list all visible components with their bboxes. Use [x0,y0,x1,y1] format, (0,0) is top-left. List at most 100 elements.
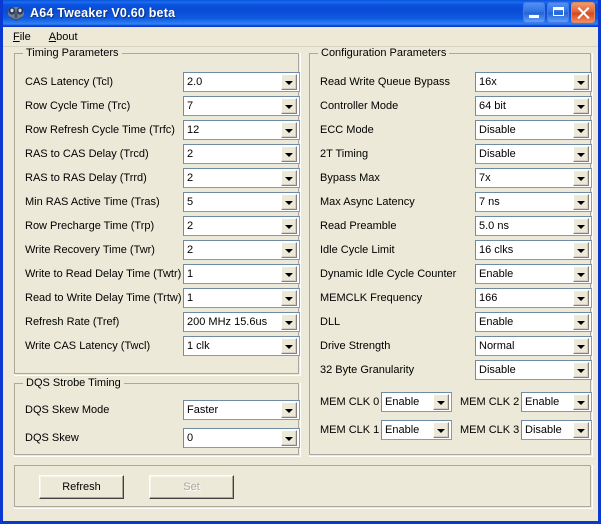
chevron-down-icon[interactable] [573,74,589,90]
label-read-write-queue-bypass-text: Read Write Queue Bypass [320,76,450,89]
label-read-to-write-delay-time-trtw: Read to Write Delay Time (Trtw) [25,288,181,308]
combo-write-to-read-delay-time-twtr[interactable]: 1 [183,264,300,284]
label-write-cas-latency-twcl: Write CAS Latency (Twcl) [25,336,150,356]
label-dqs-skew-text: DQS Skew [25,432,79,445]
label-read-preamble: Read Preamble [320,216,396,236]
label-ras-to-cas-delay-trcd-text: RAS to CAS Delay (Trcd) [25,148,149,161]
menu-item-about[interactable]: About [45,30,86,44]
close-icon[interactable] [571,2,595,23]
combo-cas-latency-tcl[interactable]: 2.0 [183,72,300,92]
combo-mem-clk-0[interactable]: Enable [381,392,452,412]
combo-max-async-latency[interactable]: 7 ns [475,192,592,212]
label-dqs-skew-mode-text: DQS Skew Mode [25,404,109,417]
chevron-down-icon[interactable] [281,314,297,330]
chevron-down-icon[interactable] [281,98,297,114]
combo-mem-clk-1[interactable]: Enable [381,420,452,440]
combo-32-byte-granularity[interactable]: Disable [475,360,592,380]
chevron-down-icon[interactable] [433,422,449,438]
chevron-down-icon[interactable] [573,122,589,138]
combo-ecc-mode[interactable]: Disable [475,120,592,140]
chevron-down-icon[interactable] [573,146,589,162]
combo-mem-clk-3[interactable]: Disable [521,420,592,440]
combo-controller-mode[interactable]: 64 bit [475,96,592,116]
combo-idle-cycle-limit[interactable]: 16 clks [475,240,592,260]
chevron-down-icon[interactable] [573,394,589,410]
label-write-to-read-delay-time-twtr: Write to Read Delay Time (Twtr) [25,264,181,284]
combo-memclk-frequency[interactable]: 166 [475,288,592,308]
combo-mem-clk-1-value: Enable [382,423,433,437]
combo-read-to-write-delay-time-trtw[interactable]: 1 [183,288,300,308]
combo-refresh-rate-tref[interactable]: 200 MHz 15.6us [183,312,300,332]
combo-dynamic-idle-cycle-counter[interactable]: Enable [475,264,592,284]
combo-bypass-max[interactable]: 7x [475,168,592,188]
label-row-cycle-time-trc: Row Cycle Time (Trc) [25,96,130,116]
combo-2t-timing[interactable]: Disable [475,144,592,164]
combo-write-cas-latency-twcl[interactable]: 1 clk [183,336,300,356]
refresh-button[interactable]: Refresh [39,475,124,499]
label-mem-clk-0: MEM CLK 0 [320,392,379,412]
combo-read-write-queue-bypass[interactable]: 16x [475,72,592,92]
chevron-down-icon[interactable] [281,170,297,186]
chevron-down-icon[interactable] [573,314,589,330]
chevron-down-icon[interactable] [281,402,297,418]
menu-item-file-rest: ile [20,31,31,43]
combo-min-ras-active-time-tras[interactable]: 5 [183,192,300,212]
chevron-down-icon[interactable] [573,422,589,438]
combo-ras-to-cas-delay-trcd[interactable]: 2 [183,144,300,164]
minimize-icon[interactable] [523,2,545,23]
combo-mem-clk-2[interactable]: Enable [521,392,592,412]
chevron-down-icon[interactable] [281,266,297,282]
chevron-down-icon[interactable] [573,266,589,282]
combo-ras-to-ras-delay-trrd[interactable]: 2 [183,168,300,188]
menu-item-file[interactable]: File [9,30,39,44]
label-max-async-latency-text: Max Async Latency [320,196,415,209]
chevron-down-icon[interactable] [573,362,589,378]
label-row-precharge-time-trp: Row Precharge Time (Trp) [25,216,154,236]
combo-row-cycle-time-trc[interactable]: 7 [183,96,300,116]
chevron-down-icon[interactable] [281,146,297,162]
label-drive-strength: Drive Strength [320,336,390,356]
combo-32-byte-granularity-value: Disable [476,363,573,377]
action-panel: Refresh Set [14,465,593,509]
chevron-down-icon[interactable] [281,194,297,210]
combo-mem-clk-0-value: Enable [382,395,433,409]
chevron-down-icon[interactable] [573,194,589,210]
chevron-down-icon[interactable] [281,74,297,90]
chevron-down-icon[interactable] [281,218,297,234]
label-row-refresh-cycle-time-trfc-text: Row Refresh Cycle Time (Trfc) [25,124,175,137]
combo-dqs-skew-mode[interactable]: Faster [183,400,300,420]
chevron-down-icon[interactable] [573,338,589,354]
combo-row-refresh-cycle-time-trfc[interactable]: 12 [183,120,300,140]
chevron-down-icon[interactable] [281,430,297,446]
combo-row-precharge-time-trp[interactable]: 2 [183,216,300,236]
chevron-down-icon[interactable] [573,242,589,258]
chevron-down-icon[interactable] [573,98,589,114]
combo-dynamic-idle-cycle-counter-value: Enable [476,267,573,281]
combo-dqs-skew[interactable]: 0 [183,428,300,448]
chevron-down-icon[interactable] [573,290,589,306]
chevron-down-icon[interactable] [281,122,297,138]
set-button: Set [149,475,234,499]
combo-write-recovery-time-twr[interactable]: 2 [183,240,300,260]
chevron-down-icon[interactable] [281,338,297,354]
chevron-down-icon[interactable] [281,242,297,258]
label-cas-latency-tcl-text: CAS Latency (Tcl) [25,76,113,89]
combo-read-preamble[interactable]: 5.0 ns [475,216,592,236]
combo-dqs-skew-mode-value: Faster [184,403,281,417]
chevron-down-icon[interactable] [433,394,449,410]
chevron-down-icon[interactable] [281,290,297,306]
label-mem-clk-3: MEM CLK 3 [460,420,519,440]
combo-dll[interactable]: Enable [475,312,592,332]
chevron-down-icon[interactable] [573,218,589,234]
label-32-byte-granularity: 32 Byte Granularity [320,360,414,380]
combo-controller-mode-value: 64 bit [476,99,573,113]
combo-drive-strength[interactable]: Normal [475,336,592,356]
label-min-ras-active-time-tras: Min RAS Active Time (Tras) [25,192,160,212]
combo-drive-strength-value: Normal [476,339,573,353]
app-window: A64 Tweaker V0.60 beta File About Timing… [0,0,601,524]
timing-parameters-legend: Timing Parameters [23,47,122,59]
label-mem-clk-1-text: MEM CLK 1 [320,424,379,437]
maximize-icon[interactable] [547,2,569,23]
label-row-cycle-time-trc-text: Row Cycle Time (Trc) [25,100,130,113]
chevron-down-icon[interactable] [573,170,589,186]
